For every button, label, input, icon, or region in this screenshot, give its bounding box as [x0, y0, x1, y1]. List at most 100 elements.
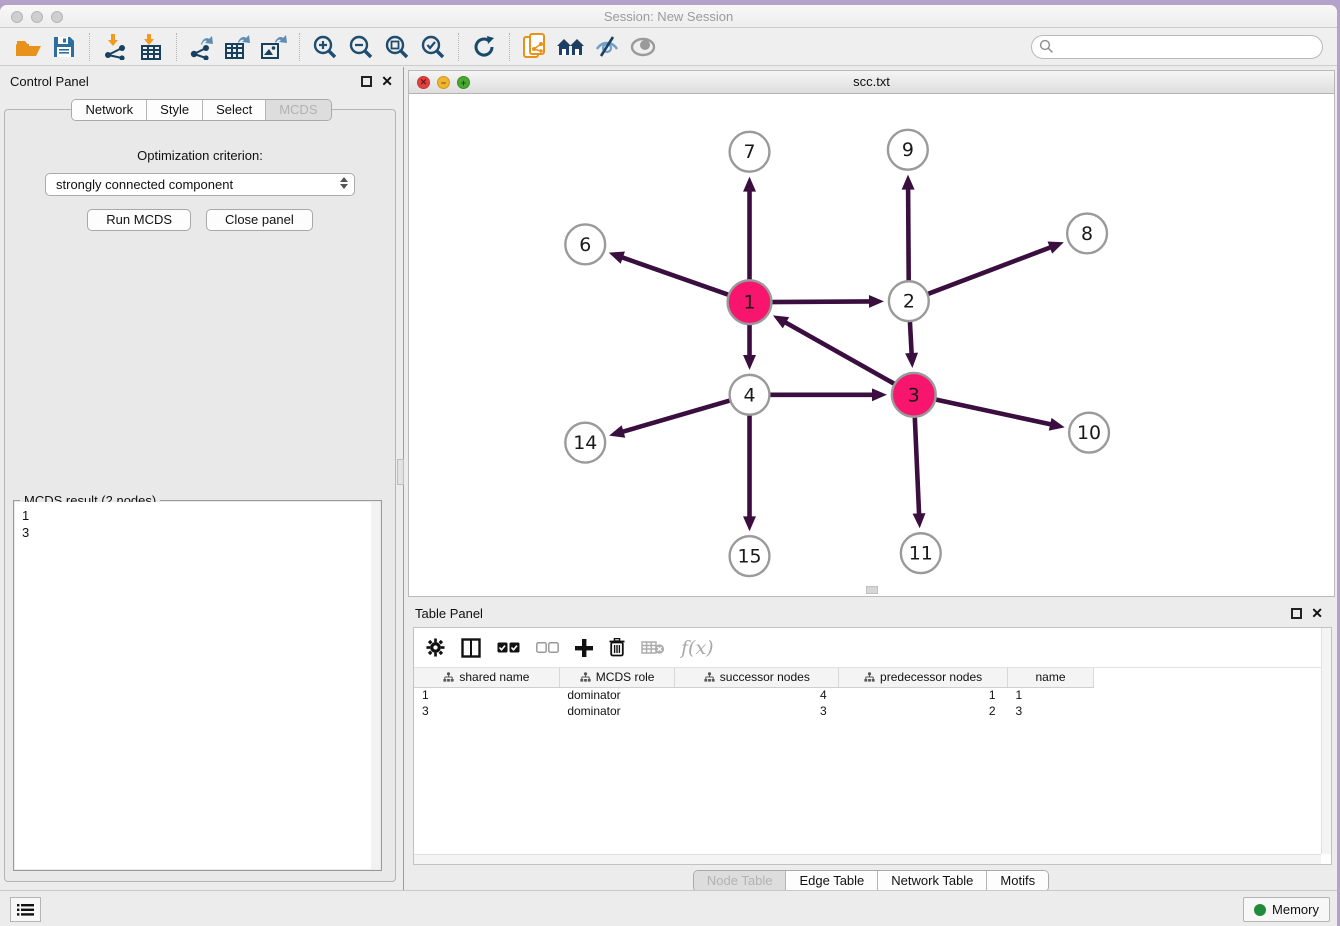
table-settings-button[interactable]: [426, 635, 445, 661]
table-horizontal-scrollbar[interactable]: [414, 854, 1321, 864]
cell-shared-name[interactable]: 1: [414, 687, 559, 703]
tab-select[interactable]: Select: [203, 100, 266, 120]
close-panel-icon[interactable]: ✕: [381, 76, 393, 87]
mcds-result-text[interactable]: 1 3: [15, 502, 380, 869]
apply-layout-button[interactable]: [466, 32, 502, 62]
graph-node-label: 3: [908, 384, 920, 406]
cell-mcds-role[interactable]: dominator: [559, 687, 675, 703]
close-table-panel-icon[interactable]: ✕: [1311, 608, 1323, 619]
table-row[interactable]: 3 dominator 3 2 3: [414, 703, 1094, 719]
optimization-criterion-select[interactable]: strongly connected component: [45, 173, 355, 196]
table-row[interactable]: 1 dominator 4 1 1: [414, 687, 1094, 703]
delete-row-button[interactable]: [609, 635, 625, 661]
search-box[interactable]: [1031, 35, 1323, 59]
search-input[interactable]: [1054, 37, 1322, 57]
column-header-mcds-role[interactable]: MCDS role: [559, 668, 675, 687]
graph-edge-3-1[interactable]: [784, 322, 896, 385]
export-image-button[interactable]: [256, 32, 292, 62]
hide-selected-button[interactable]: [589, 32, 625, 62]
network-window-titlebar[interactable]: ✕ − + scc.txt: [409, 71, 1334, 94]
graph-edge-2-9[interactable]: [908, 188, 909, 284]
plus-icon: [575, 639, 593, 657]
cell-shared-name[interactable]: 3: [414, 703, 559, 719]
cell-name[interactable]: 3: [1008, 703, 1094, 719]
column-header-predecessor-nodes[interactable]: predecessor nodes: [839, 668, 1008, 687]
show-task-history-button[interactable]: [10, 897, 41, 922]
graph-edge-1-2[interactable]: [769, 301, 871, 302]
table-header-row: shared name MCDS role successor nodes: [414, 668, 1094, 687]
column-header-successor-nodes[interactable]: successor nodes: [675, 668, 839, 687]
memory-button[interactable]: Memory: [1243, 897, 1330, 922]
maximize-network-button[interactable]: +: [457, 76, 470, 89]
column-header-name[interactable]: name: [1008, 668, 1094, 687]
cell-mcds-role[interactable]: dominator: [559, 703, 675, 719]
tab-network[interactable]: Network: [72, 100, 147, 120]
export-table-button[interactable]: [220, 32, 256, 62]
cell-successor-nodes[interactable]: 3: [675, 703, 839, 719]
delete-table-button[interactable]: [641, 635, 665, 661]
cell-name[interactable]: 1: [1008, 687, 1094, 703]
network-canvas[interactable]: 7968124314101511: [409, 94, 1334, 596]
cell-successor-nodes[interactable]: 4: [675, 687, 839, 703]
import-network-button[interactable]: [97, 32, 133, 62]
minimize-window-button[interactable]: [31, 11, 43, 23]
graph-edge-arrowhead: [743, 355, 756, 370]
network-graph[interactable]: 7968124314101511: [409, 94, 1334, 596]
tab-mcds[interactable]: MCDS: [266, 100, 330, 120]
network-splitter-grip[interactable]: [866, 586, 878, 594]
zoom-in-button[interactable]: [307, 32, 343, 62]
node-table-container: f(x) shared name MCDS role: [413, 627, 1332, 865]
panel-splitter-grip[interactable]: [397, 459, 404, 485]
tab-edge-table[interactable]: Edge Table: [786, 871, 878, 891]
close-panel-button[interactable]: Close panel: [206, 209, 313, 231]
cell-predecessor-nodes[interactable]: 2: [839, 703, 1008, 719]
graph-edge-arrowhead: [872, 388, 887, 401]
function-builder-button[interactable]: f(x): [681, 635, 714, 661]
graph-node-label: 1: [744, 292, 756, 314]
window-controls[interactable]: [11, 11, 63, 23]
first-neighbors-button[interactable]: [553, 32, 589, 62]
network-window-controls[interactable]: ✕ − +: [417, 76, 470, 89]
toolbar-separator: [89, 33, 90, 61]
add-row-button[interactable]: [575, 635, 593, 661]
zoom-out-button[interactable]: [343, 32, 379, 62]
graph-edge-4-14[interactable]: [622, 400, 733, 432]
graph-edge-3-11[interactable]: [915, 415, 919, 516]
tab-node-table[interactable]: Node Table: [694, 871, 787, 891]
float-panel-icon[interactable]: [361, 76, 372, 87]
column-header-shared-name[interactable]: shared name: [414, 668, 559, 687]
graph-edge-2-3[interactable]: [910, 319, 912, 355]
minimize-network-button[interactable]: −: [437, 76, 450, 89]
show-columns-button[interactable]: [461, 635, 481, 661]
deselect-all-button[interactable]: [536, 635, 559, 661]
tab-motifs[interactable]: Motifs: [987, 871, 1048, 891]
open-session-button[interactable]: [10, 32, 46, 62]
graph-edge-2-8[interactable]: [926, 247, 1052, 295]
graph-node-label: 4: [744, 384, 756, 406]
graph-edge-arrowhead: [869, 295, 884, 308]
tab-style[interactable]: Style: [147, 100, 203, 120]
close-network-button[interactable]: ✕: [417, 76, 430, 89]
new-network-from-selection-button[interactable]: [517, 32, 553, 62]
zoom-selected-button[interactable]: [415, 32, 451, 62]
table-tabbar: Node Table Edge Table Network Table Moti…: [693, 870, 1049, 892]
tab-network-table[interactable]: Network Table: [878, 871, 987, 891]
zoom-fit-button[interactable]: [379, 32, 415, 62]
show-all-button[interactable]: [625, 32, 661, 62]
select-all-button[interactable]: [497, 635, 520, 661]
run-mcds-button[interactable]: Run MCDS: [87, 209, 191, 231]
maximize-window-button[interactable]: [51, 11, 63, 23]
graph-node-label: 10: [1077, 422, 1101, 444]
memory-label: Memory: [1272, 902, 1319, 917]
import-table-button[interactable]: [133, 32, 169, 62]
graph-edge-1-6[interactable]: [621, 257, 731, 296]
save-session-button[interactable]: [46, 32, 82, 62]
float-table-panel-icon[interactable]: [1291, 608, 1302, 619]
close-window-button[interactable]: [11, 11, 23, 23]
cell-predecessor-nodes[interactable]: 1: [839, 687, 1008, 703]
hierarchy-icon: [443, 672, 454, 682]
export-network-button[interactable]: [184, 32, 220, 62]
table-vertical-scrollbar[interactable]: [1321, 628, 1331, 854]
result-scrollbar[interactable]: [371, 502, 380, 869]
graph-edge-3-10[interactable]: [933, 399, 1052, 425]
